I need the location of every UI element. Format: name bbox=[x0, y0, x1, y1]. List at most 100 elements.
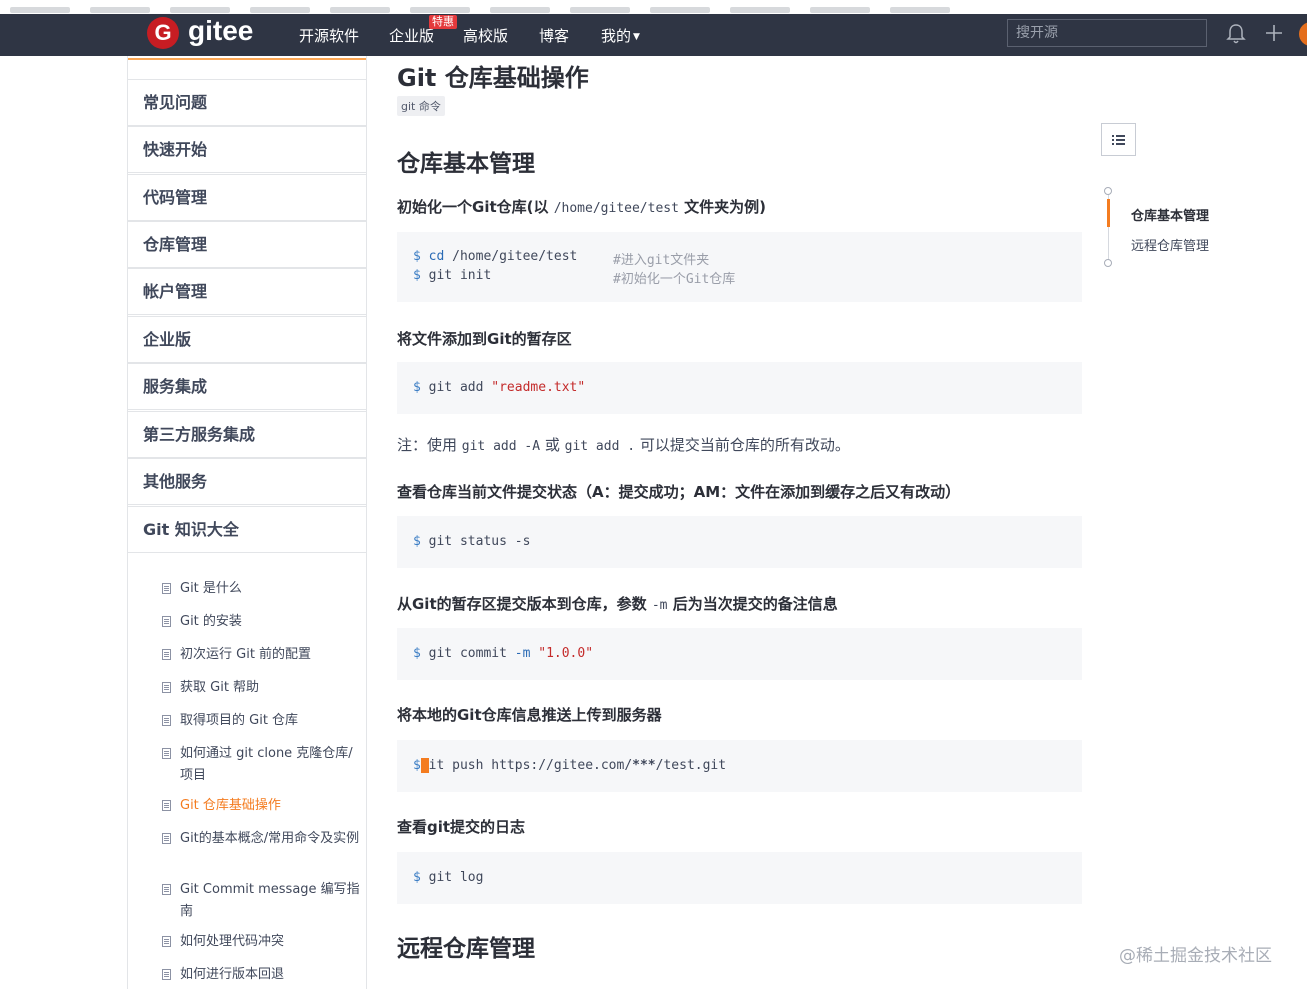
sidebar-item-code[interactable]: 代码管理 bbox=[128, 174, 366, 221]
bell-icon[interactable] bbox=[1226, 23, 1246, 45]
sidebar-subitem-label: 获取 Git 帮助 bbox=[180, 680, 260, 695]
document-icon bbox=[162, 884, 171, 895]
sidebar-subitem-label: 如何进行版本回退 bbox=[180, 967, 285, 982]
nav-item-education[interactable]: 高校版 bbox=[463, 25, 508, 46]
code-prompt: $ bbox=[413, 870, 421, 885]
sidebar-subitem[interactable]: 初次运行 Git 前的配置 bbox=[162, 644, 360, 666]
sidebar-top-accent bbox=[128, 58, 366, 60]
subheading-text: 后为当次提交的备注信息 bbox=[667, 595, 838, 613]
sidebar-item-enterprise[interactable]: 企业版 bbox=[128, 316, 366, 363]
sidebar-item-quick-start[interactable]: 快速开始 bbox=[128, 126, 366, 173]
article-tag[interactable]: git 命令 bbox=[397, 96, 445, 116]
gitee-logo[interactable]: G gitee bbox=[147, 15, 253, 49]
nav-item-mine[interactable]: 我的 ▼ bbox=[601, 25, 640, 46]
subheading-commit: 从Git的暂存区提交版本到仓库，参数 -m 后为当次提交的备注信息 bbox=[397, 593, 838, 614]
inline-code: git add . bbox=[564, 439, 636, 454]
code-masked-user: *** bbox=[632, 758, 656, 773]
code-command: git log bbox=[428, 870, 484, 885]
section-heading: 仓库基本管理 bbox=[397, 151, 535, 177]
docs-sidebar: 常见问题 快速开始 代码管理 仓库管理 帐户管理 企业版 服务集成 第三方服务集… bbox=[127, 56, 367, 989]
code-command: git init bbox=[428, 268, 492, 283]
section-heading: 远程仓库管理 bbox=[397, 936, 535, 962]
code-command: it push https://gitee.com/ bbox=[428, 758, 633, 773]
document-icon bbox=[162, 616, 171, 627]
code-command: /test.git bbox=[655, 758, 727, 773]
sidebar-subitem[interactable]: 如何通过 git clone 克隆仓库/项目 bbox=[162, 743, 360, 787]
code-prompt: $ bbox=[413, 646, 421, 661]
sidebar-subitem-label: Git 是什么 bbox=[180, 581, 242, 596]
document-icon bbox=[162, 583, 171, 594]
bookmarks-bar bbox=[0, 0, 1307, 14]
toc-end-dot bbox=[1104, 259, 1112, 267]
sidebar-item-faq[interactable]: 常见问题 bbox=[128, 79, 366, 126]
sidebar-item-git-knowledge[interactable]: Git 知识大全 bbox=[128, 506, 366, 553]
subheading-status: 查看仓库当前文件提交状态（A：提交成功；AM：文件在添加到缓存之后又有改动） bbox=[397, 483, 961, 501]
sidebar-subitem[interactable]: Git的基本概念/常用命令及实例 bbox=[162, 828, 360, 850]
subheading-add: 将文件添加到Git的暂存区 bbox=[397, 330, 572, 348]
inline-code: -m bbox=[651, 598, 668, 613]
code-line: $ git commit -m "1.0.0" bbox=[413, 646, 593, 661]
toc-item[interactable]: 远程仓库管理 bbox=[1131, 235, 1209, 254]
code-block-status: $ git status -s bbox=[397, 516, 1082, 568]
code-command: git commit bbox=[428, 646, 507, 661]
plus-icon[interactable] bbox=[1264, 23, 1284, 43]
code-flag: -m bbox=[514, 646, 531, 661]
sidebar-subitem-label: Git Commit message 编写指南 bbox=[180, 882, 360, 919]
code-prompt: $ bbox=[413, 758, 421, 773]
code-block-log: $ git log bbox=[397, 852, 1082, 904]
sidebar-item-repo[interactable]: 仓库管理 bbox=[128, 221, 366, 268]
code-line: $git push https://gitee.com/***/test.git bbox=[413, 758, 726, 773]
sidebar-item-account[interactable]: 帐户管理 bbox=[128, 268, 366, 315]
top-navbar: G gitee 开源软件 企业版 特惠 高校版 博客 我的 ▼ bbox=[0, 14, 1307, 56]
subheading-push: 将本地的Git仓库信息推送上传到服务器 bbox=[397, 706, 662, 724]
sidebar-subitem-active[interactable]: Git 仓库基础操作 bbox=[162, 795, 360, 817]
nav-item-blog[interactable]: 博客 bbox=[539, 25, 569, 46]
code-line: $ git init bbox=[413, 268, 491, 283]
code-line: $ git add "readme.txt" bbox=[413, 380, 585, 395]
code-block-push: $git push https://gitee.com/***/test.git bbox=[397, 740, 1082, 792]
document-icon bbox=[162, 748, 171, 759]
document-icon bbox=[162, 833, 171, 844]
sidebar-subitem[interactable]: Git 是什么 bbox=[162, 578, 360, 600]
sidebar-subitem[interactable]: 获取 Git 帮助 bbox=[162, 677, 360, 699]
note-text: 或 bbox=[544, 436, 565, 454]
sidebar-subitem[interactable]: 如何进行版本回退 bbox=[162, 964, 360, 986]
code-prompt: $ bbox=[413, 249, 421, 264]
inline-code: git add -A bbox=[461, 439, 541, 454]
sidebar-subitem[interactable]: 如何处理代码冲突 bbox=[162, 931, 360, 953]
code-command: git add bbox=[428, 380, 484, 395]
sidebar-item-services[interactable]: 服务集成 bbox=[128, 363, 366, 410]
sidebar-item-other[interactable]: 其他服务 bbox=[128, 458, 366, 505]
code-line: $ git log bbox=[413, 870, 483, 885]
code-argument: /home/gitee/test bbox=[452, 249, 578, 264]
gitee-logo-icon: G bbox=[147, 17, 179, 49]
code-command: git status -s bbox=[428, 534, 531, 549]
search-input[interactable] bbox=[1007, 19, 1207, 47]
toc-start-dot bbox=[1104, 187, 1112, 195]
nav-item-open-source[interactable]: 开源软件 bbox=[299, 25, 359, 46]
code-string: "1.0.0" bbox=[538, 646, 594, 661]
text-cursor-highlight: g bbox=[420, 758, 429, 773]
nav-item-enterprise[interactable]: 企业版 bbox=[389, 25, 434, 46]
document-icon bbox=[162, 649, 171, 660]
document-icon bbox=[162, 715, 171, 726]
avatar[interactable] bbox=[1299, 22, 1307, 46]
subheading-text: 文件夹为例) bbox=[678, 198, 767, 216]
sidebar-subitem-label: 初次运行 Git 前的配置 bbox=[180, 647, 312, 662]
code-comment: #进入git文件夹 bbox=[613, 253, 710, 268]
toc-item-active[interactable]: 仓库基本管理 bbox=[1131, 205, 1209, 224]
code-block-commit: $ git commit -m "1.0.0" bbox=[397, 628, 1082, 680]
code-block-init: $ cd /home/gitee/test #进入git文件夹 $ git in… bbox=[397, 232, 1082, 302]
sidebar-subitem-label: Git 的安装 bbox=[180, 614, 242, 629]
sidebar-subitem[interactable]: Git 的安装 bbox=[162, 611, 360, 633]
sidebar-subitem[interactable]: Git Commit message 编写指南 bbox=[162, 879, 360, 923]
promo-badge: 特惠 bbox=[429, 15, 457, 29]
document-icon bbox=[162, 682, 171, 693]
code-string: "readme.txt" bbox=[491, 380, 586, 395]
sidebar-subitem[interactable]: 取得项目的 Git 仓库 bbox=[162, 710, 360, 732]
subheading-text: 初始化一个Git仓库(以 bbox=[397, 198, 554, 216]
sidebar-item-third-party[interactable]: 第三方服务集成 bbox=[128, 411, 366, 458]
inline-code: /home/gitee/test bbox=[553, 201, 679, 216]
nav-item-mine-label: 我的 bbox=[601, 27, 632, 45]
toc-toggle-button[interactable] bbox=[1101, 123, 1136, 156]
